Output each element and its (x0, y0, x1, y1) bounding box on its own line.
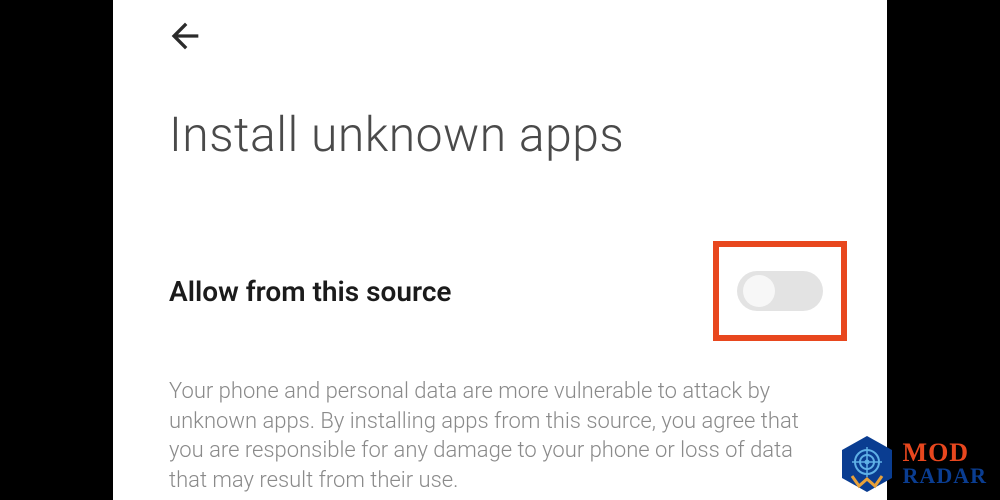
settings-screen: Install unknown apps Allow from this sou… (113, 0, 887, 500)
allow-source-toggle[interactable] (737, 271, 823, 311)
toggle-thumb (743, 275, 775, 307)
watermark-logo: MOD RADAR (837, 434, 987, 494)
back-button[interactable] (163, 14, 207, 58)
watermark-line2: RADAR (903, 466, 987, 487)
page-title: Install unknown apps (169, 106, 847, 163)
setting-label: Allow from this source (169, 275, 452, 308)
setting-description: Your phone and personal data are more vu… (169, 377, 809, 496)
watermark-text: MOD RADAR (903, 441, 987, 487)
setting-row: Allow from this source (169, 241, 847, 341)
radar-badge-icon (837, 434, 897, 494)
arrow-left-icon (165, 16, 205, 56)
toggle-highlight-box (713, 241, 847, 341)
